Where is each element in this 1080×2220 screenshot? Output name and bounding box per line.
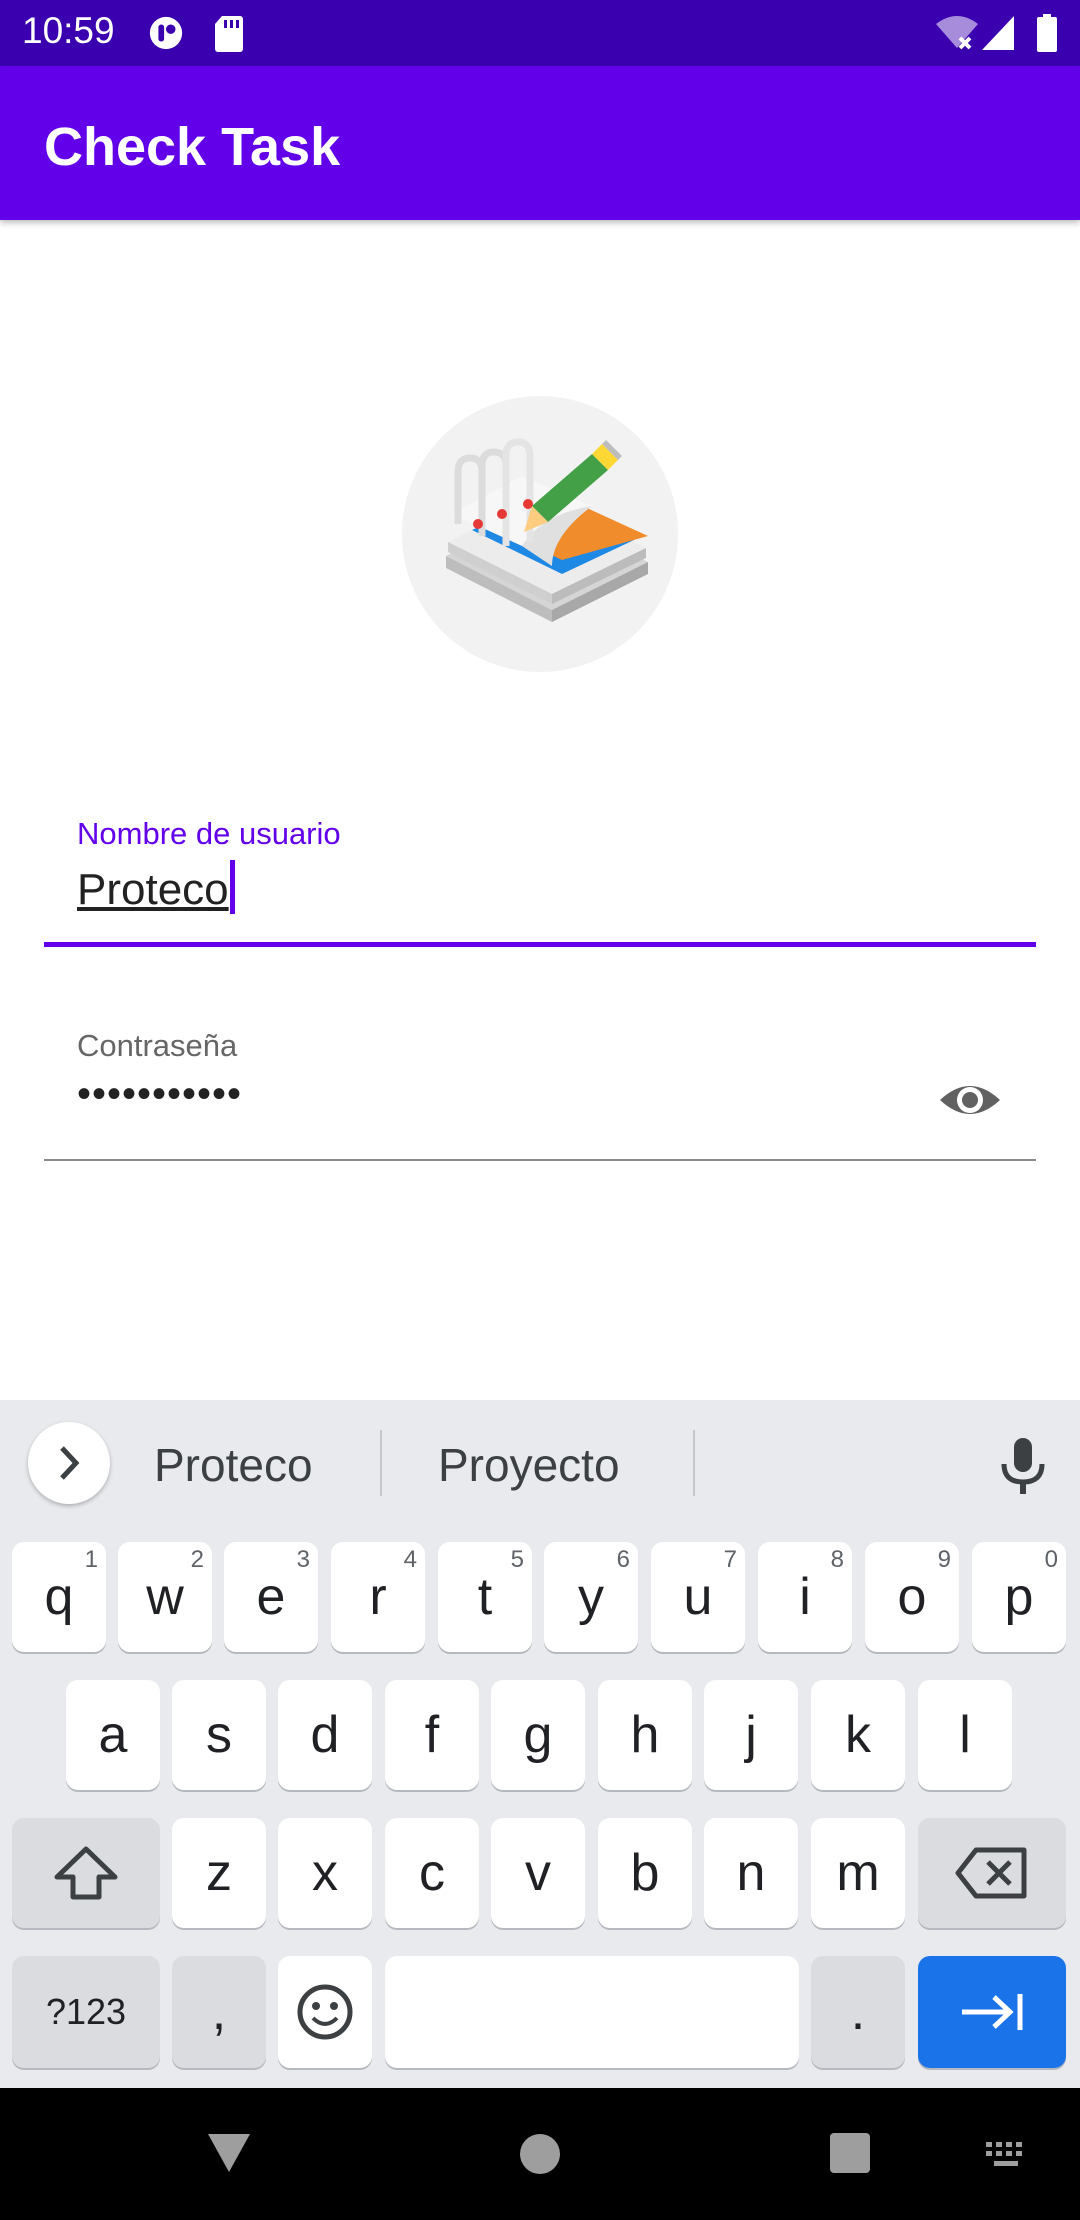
- expand-button[interactable]: [28, 1422, 110, 1504]
- key-v[interactable]: v: [491, 1818, 585, 1928]
- key-w[interactable]: w2: [118, 1542, 212, 1652]
- key-hint: 8: [830, 1546, 844, 1573]
- key-label: t: [477, 1568, 493, 1626]
- emoji-key[interactable]: [278, 1956, 372, 2068]
- suggestion-divider: [380, 1430, 382, 1496]
- key-j[interactable]: j: [704, 1680, 798, 1790]
- back-icon[interactable]: [206, 2132, 252, 2174]
- app-title: Check Task: [44, 117, 341, 177]
- key-f[interactable]: f: [385, 1680, 479, 1790]
- key-a[interactable]: a: [66, 1680, 160, 1790]
- comma-key[interactable]: ,: [172, 1956, 266, 2068]
- key-x[interactable]: x: [278, 1818, 372, 1928]
- key-p[interactable]: p0: [972, 1542, 1066, 1652]
- key-t[interactable]: t5: [438, 1542, 532, 1652]
- key-hint: 3: [296, 1546, 310, 1573]
- keyboard-switch-icon[interactable]: [984, 2140, 1030, 2170]
- tab-arrow-icon: [962, 1994, 1023, 2030]
- keyboard: Proteco Proyecto q1 w2 e3 r4 t5 y6 u7 i8…: [0, 1400, 1080, 2088]
- key-label: r: [369, 1568, 387, 1626]
- key-label: y: [578, 1568, 604, 1626]
- key-n[interactable]: n: [704, 1818, 798, 1928]
- key-label: o: [897, 1568, 927, 1626]
- recents-icon[interactable]: [828, 2132, 872, 2174]
- key-hint: 1: [84, 1546, 98, 1573]
- key-z[interactable]: z: [172, 1818, 266, 1928]
- key-k[interactable]: k: [811, 1680, 905, 1790]
- eye-icon[interactable]: [938, 1068, 1002, 1132]
- text-cursor: [229, 860, 235, 914]
- symbols-key[interactable]: ?123: [12, 1956, 160, 2068]
- key-q[interactable]: q1: [12, 1542, 106, 1652]
- key-d[interactable]: d: [278, 1680, 372, 1790]
- key-s[interactable]: s: [172, 1680, 266, 1790]
- key-label: q: [44, 1568, 74, 1626]
- key-label: p: [1004, 1568, 1034, 1626]
- backspace-icon: [955, 1847, 1027, 1899]
- key-hint: 2: [190, 1546, 204, 1573]
- key-r[interactable]: r4: [331, 1542, 425, 1652]
- key-hint: 4: [403, 1546, 417, 1573]
- key-hint: 0: [1044, 1546, 1058, 1573]
- home-icon[interactable]: [518, 2132, 562, 2176]
- next-key[interactable]: [918, 1956, 1066, 2068]
- key-label: i: [799, 1568, 811, 1626]
- key-y[interactable]: y6: [544, 1542, 638, 1652]
- navigation-bar: [0, 2088, 1080, 2220]
- signal-icon: [982, 16, 1014, 50]
- key-u[interactable]: u7: [651, 1542, 745, 1652]
- username-label: Nombre de usuario: [77, 816, 341, 851]
- key-e[interactable]: e3: [224, 1542, 318, 1652]
- key-label: e: [256, 1568, 286, 1626]
- backspace-key[interactable]: [918, 1818, 1066, 1928]
- mic-icon[interactable]: [990, 1432, 1056, 1498]
- key-hint: 7: [723, 1546, 737, 1573]
- key-b[interactable]: b: [598, 1818, 692, 1928]
- key-label: u: [683, 1568, 713, 1626]
- key-o[interactable]: o9: [865, 1542, 959, 1652]
- suggestion-divider: [693, 1430, 695, 1496]
- key-hint: 6: [616, 1546, 630, 1573]
- suggestion-strip: Proteco Proyecto: [0, 1400, 1080, 1528]
- notepad-pencil-icon: [446, 438, 648, 622]
- status-bar: 10:59: [0, 0, 1080, 66]
- key-hint: 9: [937, 1546, 951, 1573]
- status-time: 10:59: [22, 10, 115, 51]
- suggestion-2[interactable]: Proyecto: [438, 1438, 620, 1492]
- username-input[interactable]: Proteco: [77, 860, 235, 915]
- key-h[interactable]: h: [598, 1680, 692, 1790]
- notification-icon: [149, 16, 183, 50]
- key-hint: 5: [510, 1546, 524, 1573]
- password-input[interactable]: •••••••••••: [77, 1072, 242, 1117]
- username-value: Proteco: [77, 865, 229, 914]
- key-g[interactable]: g: [491, 1680, 585, 1790]
- sd-card-icon: [215, 16, 243, 52]
- app-logo: [402, 396, 678, 672]
- password-underline: [44, 1159, 1036, 1161]
- chevron-right-icon: [60, 1446, 80, 1480]
- period-key[interactable]: .: [811, 1956, 905, 2068]
- emoji-icon: [297, 1984, 353, 2040]
- shift-key[interactable]: [12, 1818, 160, 1928]
- wifi-icon: [936, 16, 978, 50]
- key-m[interactable]: m: [811, 1818, 905, 1928]
- space-key[interactable]: [385, 1956, 799, 2068]
- shift-icon: [54, 1846, 118, 1900]
- username-underline: [44, 942, 1036, 947]
- battery-icon: [1037, 14, 1057, 52]
- key-l[interactable]: l: [918, 1680, 1012, 1790]
- suggestion-1[interactable]: Proteco: [154, 1438, 313, 1492]
- key-c[interactable]: c: [385, 1818, 479, 1928]
- username-field[interactable]: Nombre de usuario Proteco: [44, 806, 1036, 950]
- app-bar: Check Task: [0, 66, 1080, 220]
- key-label: w: [146, 1568, 184, 1626]
- password-field[interactable]: Contraseña •••••••••••: [44, 1018, 1036, 1164]
- key-i[interactable]: i8: [758, 1542, 852, 1652]
- password-label: Contraseña: [77, 1028, 238, 1063]
